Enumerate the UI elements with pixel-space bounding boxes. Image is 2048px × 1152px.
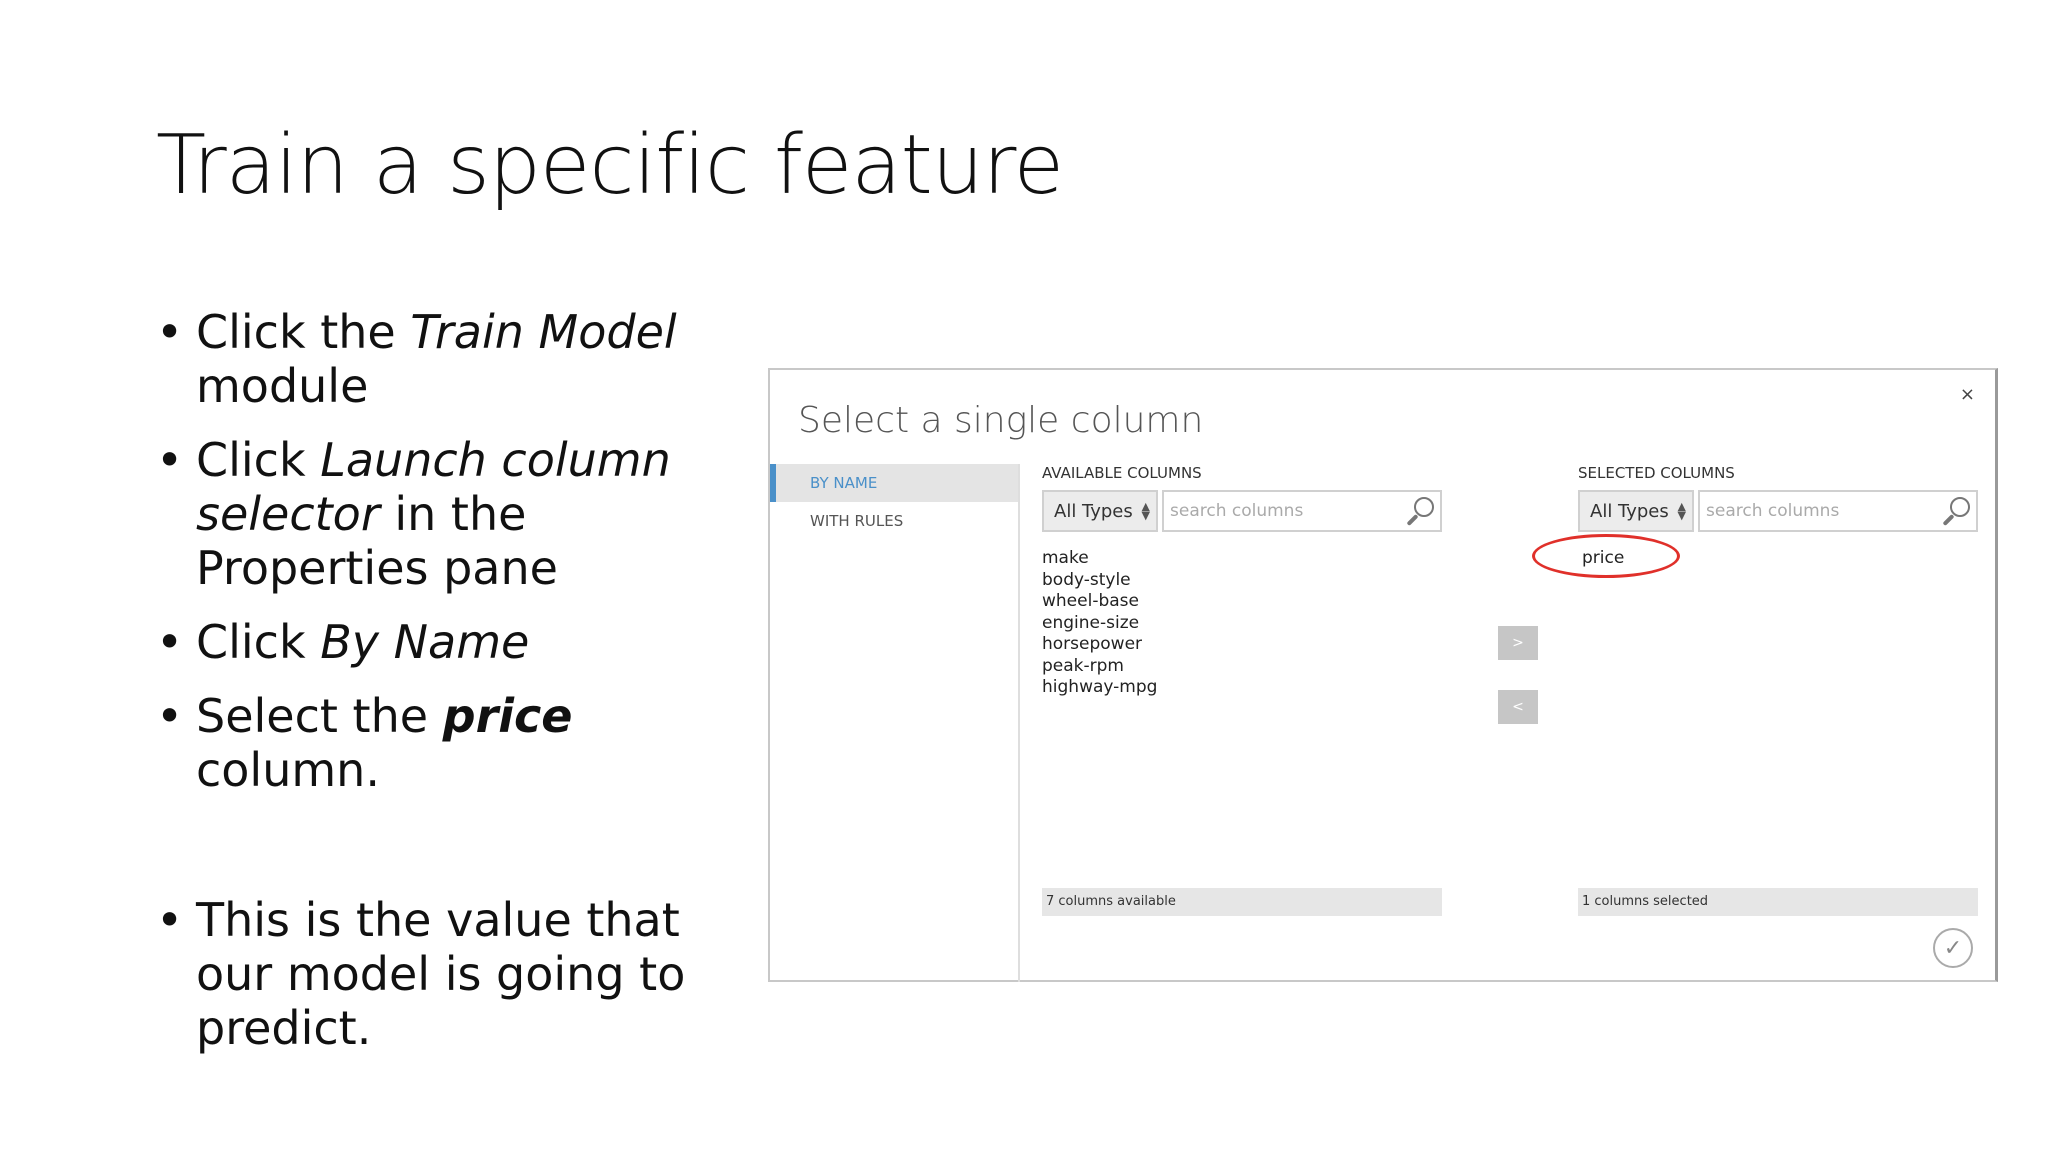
close-icon[interactable]: × (1960, 384, 1975, 405)
bullet-by-name: Click By Name (156, 615, 766, 669)
selected-filter-row: All Types ▲ ▼ (1578, 490, 1978, 532)
bullet-train-model: Click the Train Model module (156, 305, 766, 413)
list-item[interactable]: highway-mpg (1042, 677, 1442, 699)
bullet-list: Click the Train Model module Click Launc… (156, 305, 766, 1075)
column-selector-dialog: Select a single column × BY NAME WITH RU… (768, 368, 1998, 982)
selected-search-input[interactable] (1706, 493, 1936, 529)
list-item[interactable]: body-style (1042, 570, 1442, 592)
slide-title: Train a specific feature (156, 118, 1064, 213)
bullet-strong: price (442, 689, 573, 743)
selected-type-select[interactable]: All Types ▲ ▼ (1578, 490, 1694, 532)
remove-column-button[interactable]: < (1498, 690, 1538, 724)
list-item[interactable]: make (1042, 548, 1442, 570)
selected-columns-panel: SELECTED COLUMNS All Types ▲▼ price 1 co… (1532, 464, 1978, 916)
list-item[interactable]: peak-rpm (1042, 656, 1442, 678)
ok-check-button[interactable]: ✓ (1933, 928, 1973, 968)
add-column-button[interactable]: > (1498, 626, 1538, 660)
list-item[interactable]: horsepower (1042, 634, 1442, 656)
list-item[interactable]: engine-size (1042, 613, 1442, 635)
bullet-predict: This is the value that our model is goin… (156, 893, 766, 1055)
bullet-emphasis: Train Model (410, 305, 677, 359)
search-icon[interactable] (1936, 492, 1976, 530)
selected-columns-list: price (1532, 534, 1978, 888)
selected-columns-header: SELECTED COLUMNS (1578, 464, 1735, 482)
available-columns-list: make body-style wheel-base engine-size h… (1042, 548, 1442, 888)
selected-search-box (1698, 490, 1978, 532)
sidebar-item-with-rules[interactable]: WITH RULES (770, 502, 1018, 540)
selected-column-price[interactable]: price (1532, 534, 1680, 578)
bullet-text: This is the value that our model is goin… (196, 893, 686, 1055)
bullet-text: Click (196, 615, 321, 669)
bullet-text: Click the (196, 305, 411, 359)
type-select-value: All Types (1054, 500, 1133, 522)
selected-count-status: 1 columns selected (1578, 888, 1978, 916)
bullet-launch-selector: Click Launch column selector in the Prop… (156, 433, 766, 595)
available-columns-panel: AVAILABLE COLUMNS All Types ▲▼ make body… (1042, 464, 1442, 916)
bullet-text: Click (196, 433, 321, 487)
bullet-emphasis: By Name (320, 615, 530, 669)
select-arrows-icon: ▲ ▼ (1677, 500, 1686, 522)
list-item[interactable]: wheel-base (1042, 591, 1442, 613)
sidebar-item-by-name[interactable]: BY NAME (770, 464, 1018, 502)
available-count-status: 7 columns available (1042, 888, 1442, 916)
available-type-select[interactable]: All Types ▲ ▼ (1042, 490, 1158, 532)
bullet-text: column. (196, 743, 380, 797)
bullet-text: module (196, 359, 369, 413)
dialog-title: Select a single column (798, 400, 1204, 441)
type-select-value: All Types (1590, 500, 1669, 522)
highlight-ring (1532, 534, 1680, 578)
available-search-box (1162, 490, 1442, 532)
select-arrows-icon: ▲ ▼ (1141, 500, 1150, 522)
bullet-text: Select the (196, 689, 443, 743)
available-columns-header: AVAILABLE COLUMNS (1042, 464, 1202, 482)
available-search-input[interactable] (1170, 493, 1400, 529)
available-filter-row: All Types ▲ ▼ (1042, 490, 1442, 532)
bullet-select-price: Select the price column. (156, 689, 766, 797)
selector-sidebar: BY NAME WITH RULES (770, 464, 1020, 982)
search-icon[interactable] (1400, 492, 1440, 530)
